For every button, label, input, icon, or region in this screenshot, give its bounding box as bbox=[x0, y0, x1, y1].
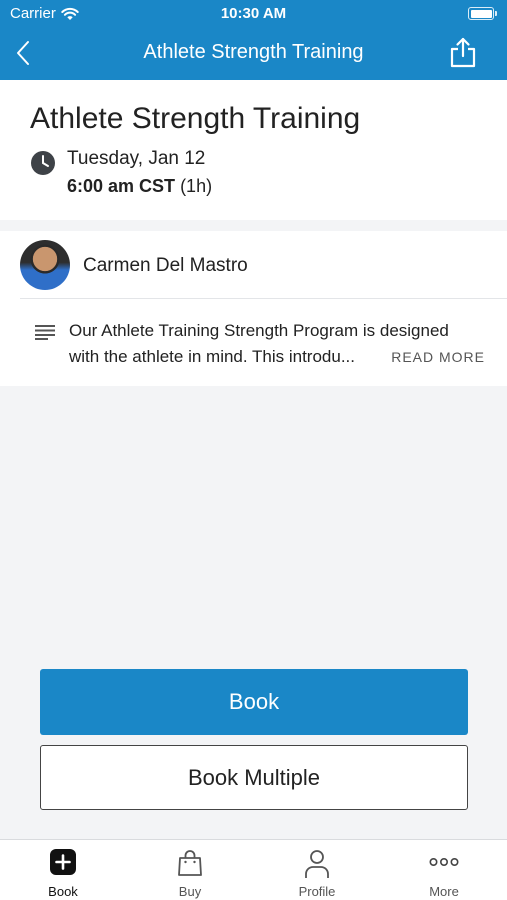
class-duration: (1h) bbox=[180, 176, 213, 196]
description-text-line-1: Our Athlete Training Strength Program is… bbox=[69, 321, 449, 340]
share-icon[interactable] bbox=[449, 36, 477, 68]
tab-book[interactable]: Book bbox=[0, 840, 126, 900]
status-time: 10:30 AM bbox=[220, 5, 287, 22]
class-date: Tuesday, Jan 12 bbox=[67, 148, 206, 169]
class-title: Athlete Strength Training bbox=[30, 102, 361, 135]
class-detail-card: Carmen Del Mastro Our Athlete Training S… bbox=[0, 231, 507, 386]
tab-book-label: Book bbox=[48, 884, 78, 899]
tab-more[interactable]: More bbox=[381, 840, 507, 900]
class-time: 6:00 am CST bbox=[67, 176, 176, 196]
plus-square-icon bbox=[50, 849, 76, 875]
shopping-bag-icon bbox=[178, 850, 202, 876]
tab-buy-label: Buy bbox=[178, 884, 202, 899]
more-dots-icon bbox=[429, 857, 459, 867]
book-button[interactable]: Book bbox=[40, 669, 468, 735]
tab-more-label: More bbox=[429, 884, 459, 899]
status-bar: Carrier 10:30 AM bbox=[0, 0, 507, 28]
person-icon bbox=[305, 850, 329, 878]
navigation-bar: Athlete Strength Training bbox=[0, 28, 507, 80]
nav-title: Athlete Strength Training bbox=[143, 41, 364, 63]
top-bar: Carrier 10:30 AM Athlete Strength Traini… bbox=[0, 0, 507, 80]
description-lines-icon bbox=[35, 325, 55, 340]
tab-profile[interactable]: Profile bbox=[254, 840, 380, 900]
instructor-name[interactable]: Carmen Del Mastro bbox=[83, 255, 248, 277]
divider bbox=[20, 298, 507, 299]
class-time-line: 6:00 am CST (1h) bbox=[67, 176, 212, 197]
tab-profile-label: Profile bbox=[298, 884, 336, 899]
class-header-card: Athlete Strength Training Tuesday, Jan 1… bbox=[0, 80, 507, 220]
back-chevron-icon[interactable] bbox=[12, 38, 36, 68]
description-text-line-2: with the athlete in mind. This introdu..… bbox=[69, 347, 356, 366]
battery-icon bbox=[468, 7, 497, 20]
tab-buy[interactable]: Buy bbox=[127, 840, 253, 900]
read-more-link[interactable]: READ MORE bbox=[391, 349, 485, 365]
instructor-avatar[interactable] bbox=[20, 240, 70, 290]
tab-bar: Book Buy Profile More bbox=[0, 839, 507, 900]
clock-icon bbox=[31, 151, 55, 175]
book-multiple-button[interactable]: Book Multiple bbox=[40, 745, 468, 810]
